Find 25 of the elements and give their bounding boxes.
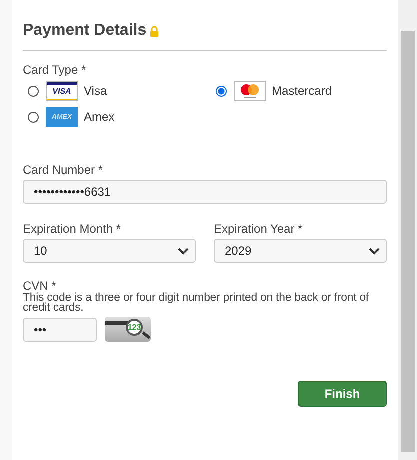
chevron-down-icon — [369, 248, 380, 254]
chevron-down-icon — [178, 248, 189, 254]
radio-button[interactable] — [28, 112, 39, 122]
circles-logo-icon — [234, 81, 266, 101]
card-number-field[interactable]: ••••••••••••6631 — [23, 180, 387, 204]
month-dropdown[interactable]: 10 — [23, 239, 196, 263]
radio-button[interactable] — [28, 86, 39, 96]
field-label: Card Type * — [23, 63, 88, 77]
field-label: Card Number * — [23, 163, 104, 177]
field-label: Expiration Year * — [214, 222, 304, 236]
radio-label: Amex — [84, 110, 115, 124]
field-label: Expiration Month * — [23, 222, 122, 236]
card-logo: VISA — [46, 81, 78, 101]
card-magnifier-icon: 123 — [105, 317, 151, 342]
radio-label: Visa — [84, 84, 108, 98]
section-title: Payment Details — [23, 22, 147, 40]
year-dropdown[interactable]: 2029 — [214, 239, 387, 263]
field-label: CVN * — [23, 279, 56, 293]
radio-button[interactable] — [216, 86, 227, 96]
radio-label: Mastercard — [272, 84, 332, 98]
help-text: This code is a three or four digit number printed on the back or front of credit cards. — [23, 293, 370, 313]
lock-icon — [150, 26, 159, 36]
finish-button[interactable]: Finish — [298, 381, 387, 407]
scrollbar[interactable] — [398, 0, 417, 460]
cvn-field[interactable]: ••• — [23, 318, 97, 342]
